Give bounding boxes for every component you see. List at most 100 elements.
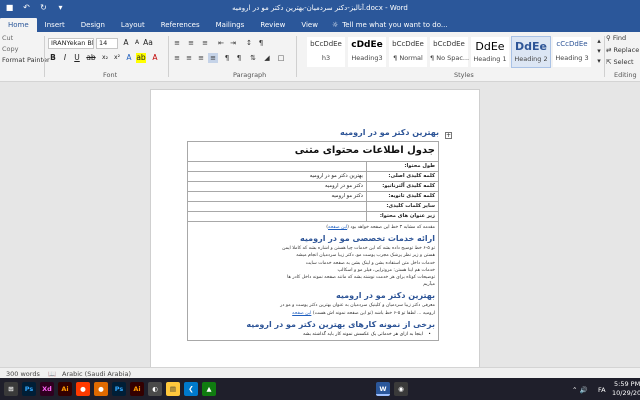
style-heading2[interactable]: DdEe Heading 2 xyxy=(511,36,551,68)
vscode-icon[interactable]: ❮ xyxy=(184,382,198,396)
style-h3[interactable]: bCcDdEe h3 xyxy=(306,36,346,68)
bullets-icon[interactable]: ≡ xyxy=(172,38,182,48)
file-explorer-icon[interactable]: ▤ xyxy=(166,382,180,396)
font-color-icon[interactable]: A xyxy=(150,53,160,63)
chrome-icon[interactable]: ● xyxy=(76,382,90,396)
multilevel-list-icon[interactable]: ≡ xyxy=(200,38,210,48)
clock-date[interactable]: 10/29/20 xyxy=(612,389,640,397)
subscript-button[interactable]: x₂ xyxy=(100,53,110,63)
tab-layout[interactable]: Layout xyxy=(113,18,153,32)
justify-icon[interactable]: ≡ xyxy=(208,53,218,63)
increase-indent-icon[interactable]: ⇥ xyxy=(228,38,238,48)
illustrator-icon[interactable]: Ai xyxy=(58,382,72,396)
align-left-icon[interactable]: ≡ xyxy=(172,53,182,63)
app-icon[interactable]: ▲ xyxy=(202,382,216,396)
tab-view[interactable]: View xyxy=(293,18,326,32)
proofing-icon[interactable]: 📖 xyxy=(48,370,56,378)
strikethrough-button[interactable]: ab xyxy=(86,53,96,63)
style-heading1[interactable]: DdEe Heading 1 xyxy=(470,36,510,68)
tell-me-box[interactable]: ☼ Tell me what you want to do... xyxy=(326,18,448,32)
tab-mailings[interactable]: Mailings xyxy=(208,18,253,32)
bold-button[interactable]: B xyxy=(48,53,58,63)
content-info-table: جدول اطلاعات محتوای متنی طول محتوا: کلمه… xyxy=(187,141,439,341)
paragraph-group-label: Paragraph xyxy=(233,71,267,79)
replace-button[interactable]: ⇄ Replace xyxy=(606,46,639,54)
styles-scroll-down-icon[interactable]: ▾ xyxy=(594,46,604,56)
font-name-box[interactable]: IRANYekan Bla xyxy=(48,38,94,49)
photoshop-icon[interactable]: Ps xyxy=(112,382,126,396)
find-button[interactable]: ⚲ Find xyxy=(606,34,626,42)
font-group-label: Font xyxy=(103,71,118,79)
shading-icon[interactable]: ◢ xyxy=(262,53,272,63)
clock-time[interactable]: 5:59 PM xyxy=(614,380,640,388)
copy-button[interactable]: Copy xyxy=(2,45,19,53)
intro-line: مقدمه که مشابه ۳ خط این صفحه خواهد بود (… xyxy=(326,225,435,230)
table-value xyxy=(188,212,366,221)
superscript-button[interactable]: x² xyxy=(112,53,122,63)
tab-insert[interactable]: Insert xyxy=(37,18,73,32)
document-area[interactable]: + بهترین دکتر مو در ارومیه جدول اطلاعات … xyxy=(0,83,640,367)
document-heading: بهترین دکتر مو در ارومیه xyxy=(340,128,439,137)
style-no-spacing[interactable]: bCcDdEe ¶ No Spac... xyxy=(429,36,469,68)
divider xyxy=(168,36,169,77)
app-icon[interactable]: ◐ xyxy=(148,382,162,396)
word-count[interactable]: 300 words xyxy=(6,370,40,378)
tab-review[interactable]: Review xyxy=(252,18,293,32)
paragraph-line: خدمات هم اینا هستن: مزوتراپی، فیلر مو و … xyxy=(337,267,435,273)
cut-button[interactable]: Cut xyxy=(2,34,13,42)
firefox-icon[interactable]: ● xyxy=(94,382,108,396)
change-case-icon[interactable]: Aa xyxy=(143,38,153,48)
sort-icon[interactable]: ↕ xyxy=(244,38,254,48)
table-row: کلمه کلیدی آلترناتیو: دکتر مو در ارومیه xyxy=(188,182,438,192)
style-sample: bCcDdEe xyxy=(310,40,342,48)
tab-design[interactable]: Design xyxy=(73,18,113,32)
align-center-icon[interactable]: ≡ xyxy=(184,53,194,63)
word-icon[interactable]: W xyxy=(376,382,390,396)
illustrator-icon[interactable]: Ai xyxy=(130,382,144,396)
tray-icons[interactable]: ⌃ 🔊 xyxy=(572,386,588,394)
paragraph-line: هستن و زیر نظر پزشک مجرب پوست مو، دکتر ز… xyxy=(296,253,435,259)
styles-scroll-up-icon[interactable]: ▴ xyxy=(594,36,604,46)
photoshop-icon[interactable]: Ps xyxy=(22,382,36,396)
table-move-handle-icon[interactable]: + xyxy=(445,132,452,139)
rtl-icon[interactable]: ¶ xyxy=(234,53,244,63)
underline-button[interactable]: U xyxy=(72,53,82,63)
line-spacing-icon[interactable]: ⇅ xyxy=(248,53,258,63)
borders-icon[interactable]: □ xyxy=(276,53,286,63)
shrink-font-icon[interactable]: A xyxy=(132,38,142,48)
style-normal[interactable]: bCcDdEe ¶ Normal xyxy=(388,36,428,68)
style-heading3-custom[interactable]: cDdEe Heading3 xyxy=(347,36,387,68)
windows-start-icon[interactable]: ⊞ xyxy=(4,382,18,396)
styles-more-icon[interactable]: ▾ xyxy=(594,56,604,66)
language-indicator[interactable]: Arabic (Saudi Arabia) xyxy=(62,370,131,378)
format-painter-button[interactable]: Format Painter xyxy=(2,56,50,64)
align-right-icon[interactable]: ≡ xyxy=(196,53,206,63)
ltr-icon[interactable]: ¶ xyxy=(222,53,232,63)
document-page[interactable]: + بهترین دکتر مو در ارومیه جدول اطلاعات … xyxy=(150,89,480,367)
style-sample: cDdEe xyxy=(351,40,383,50)
app-icon[interactable]: ◉ xyxy=(394,382,408,396)
table-row: سایر کلمات کلیدی: xyxy=(188,202,438,212)
italic-button[interactable]: I xyxy=(60,53,70,63)
input-language[interactable]: FA xyxy=(598,386,606,394)
numbering-icon[interactable]: ≡ xyxy=(186,38,196,48)
style-heading3[interactable]: cCcDdEe Heading 3 xyxy=(552,36,592,68)
intro-link[interactable]: این صفحه xyxy=(328,225,347,230)
font-size-box[interactable]: 14 xyxy=(96,38,118,49)
table-value xyxy=(188,202,366,211)
tab-references[interactable]: References xyxy=(153,18,208,32)
style-name: h3 xyxy=(321,54,331,62)
grow-font-icon[interactable]: A xyxy=(121,38,131,48)
tab-home[interactable]: Home xyxy=(0,18,37,32)
text-effects-icon[interactable]: A xyxy=(124,53,134,63)
xd-icon[interactable]: Xd xyxy=(40,382,54,396)
style-sample: cCcDdEe xyxy=(556,40,588,48)
decrease-indent-icon[interactable]: ⇤ xyxy=(216,38,226,48)
paragraph-line: ارومیه ... لطفا تو ۵-۶ خط باشه (تو این ص… xyxy=(191,310,435,317)
page-content[interactable]: بهترین دکتر مو در ارومیه جدول اطلاعات مح… xyxy=(187,128,439,341)
show-formatting-icon[interactable]: ¶ xyxy=(256,38,266,48)
highlight-color-icon[interactable]: ab xyxy=(136,53,146,63)
tell-me-text: Tell me what you want to do... xyxy=(342,21,448,29)
select-button[interactable]: ⇱ Select xyxy=(606,58,634,66)
sample-link[interactable]: این صفحه xyxy=(292,311,311,316)
